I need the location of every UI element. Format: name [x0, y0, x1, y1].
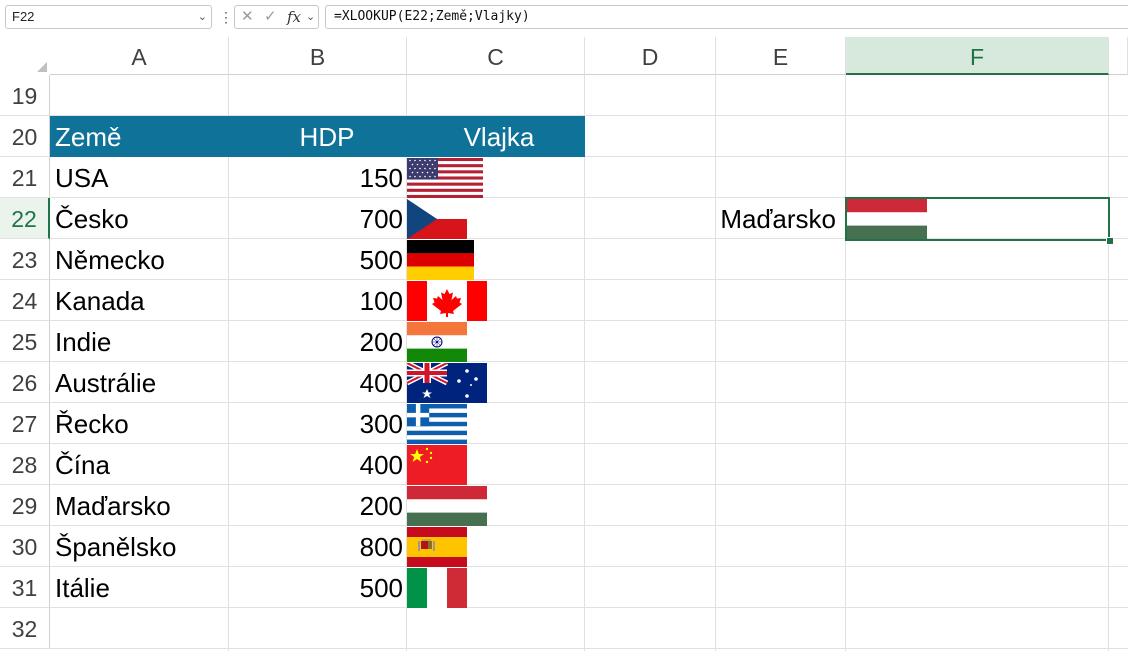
column-header-f[interactable]: F [846, 37, 1109, 75]
select-all-icon [37, 62, 47, 72]
gdp-cell[interactable]: 100 [229, 280, 407, 321]
gdp-cell[interactable]: 500 [229, 239, 407, 280]
column-header-c[interactable]: C [407, 37, 585, 75]
gdp-cell[interactable]: 400 [229, 362, 407, 403]
greece-flag[interactable] [407, 404, 467, 444]
row-header-21[interactable]: 21 [0, 157, 50, 198]
fill-handle[interactable] [1106, 237, 1114, 245]
country-cell[interactable]: Španělsko [50, 526, 229, 567]
country-cell[interactable]: Itálie [50, 567, 229, 608]
gdp-cell[interactable]: 150 [229, 157, 407, 198]
column-header-g[interactable] [1109, 37, 1128, 75]
canada-flag[interactable] [407, 281, 487, 321]
australia-flag[interactable] [407, 363, 487, 403]
spain-flag[interactable] [407, 527, 467, 567]
column-header-e[interactable]: E [716, 37, 846, 75]
confirm-icon[interactable]: ✓ [264, 7, 277, 27]
country-cell[interactable]: Čína [50, 444, 229, 485]
gdp-cell[interactable]: 400 [229, 444, 407, 485]
gdp-cell[interactable]: 200 [229, 485, 407, 526]
row-header-23[interactable]: 23 [0, 239, 50, 280]
czech-flag[interactable] [407, 199, 467, 239]
row-header-22[interactable]: 22 [0, 198, 50, 239]
row-header-29[interactable]: 29 [0, 485, 50, 526]
row-header-26[interactable]: 26 [0, 362, 50, 403]
country-cell[interactable]: Kanada [50, 280, 229, 321]
gdp-cell[interactable]: 800 [229, 526, 407, 567]
germany-flag[interactable] [407, 240, 474, 280]
country-cell[interactable]: Indie [50, 321, 229, 362]
hungary-flag[interactable] [407, 486, 487, 526]
header-country[interactable]: Země [50, 116, 234, 157]
formula-buttons: ✕ ✓ fx ⌄ [234, 5, 319, 29]
country-cell[interactable]: Česko [50, 198, 229, 239]
gdp-cell[interactable]: 300 [229, 403, 407, 444]
column-header-a[interactable]: A [50, 37, 229, 75]
india-flag[interactable] [407, 322, 467, 362]
name-box[interactable]: F22 ⌄ [5, 5, 212, 29]
formula-bar: F22 ⌄ ⋮ ✕ ✓ fx ⌄ =XLOOKUP(E22;Země;Vlajk… [0, 0, 1128, 37]
row-header-25[interactable]: 25 [0, 321, 50, 362]
insert-function-icon[interactable]: fx [287, 7, 301, 27]
country-cell[interactable]: Maďarsko [50, 485, 229, 526]
chevron-down-icon[interactable]: ⌄ [198, 6, 207, 28]
gdp-cell[interactable]: 700 [229, 198, 407, 239]
gdp-cell[interactable]: 500 [229, 567, 407, 608]
country-cell[interactable]: Austrálie [50, 362, 229, 403]
row-header-19[interactable]: 19 [0, 75, 50, 116]
more-options-icon[interactable]: ⋮ [219, 8, 233, 26]
usa-flag[interactable] [407, 158, 483, 198]
name-box-value: F22 [12, 9, 35, 24]
row-header-20[interactable]: 20 [0, 116, 50, 157]
active-cell-f22[interactable] [845, 197, 1110, 241]
lookup-input-cell[interactable]: Maďarsko [716, 198, 845, 239]
country-cell[interactable]: Německo [50, 239, 229, 280]
row-header-31[interactable]: 31 [0, 567, 50, 608]
formula-input[interactable]: =XLOOKUP(E22;Země;Vlajky) [325, 5, 1128, 29]
row-header-28[interactable]: 28 [0, 444, 50, 485]
italy-flag[interactable] [407, 568, 467, 608]
cancel-icon[interactable]: ✕ [241, 7, 254, 27]
row-header-27[interactable]: 27 [0, 403, 50, 444]
gdp-cell[interactable]: 200 [229, 321, 407, 362]
china-flag[interactable] [407, 445, 467, 485]
header-flag[interactable]: Vlajka [407, 116, 585, 157]
row-header-24[interactable]: 24 [0, 280, 50, 321]
header-gdp[interactable]: HDP [229, 116, 407, 157]
country-cell[interactable]: Řecko [50, 403, 229, 444]
row-header-30[interactable]: 30 [0, 526, 50, 567]
column-header-d[interactable]: D [585, 37, 716, 75]
column-header-b[interactable]: B [229, 37, 407, 75]
chevron-down-icon[interactable]: ⌄ [306, 7, 315, 27]
country-cell[interactable]: USA [50, 157, 229, 198]
row-header-32[interactable]: 32 [0, 608, 50, 649]
